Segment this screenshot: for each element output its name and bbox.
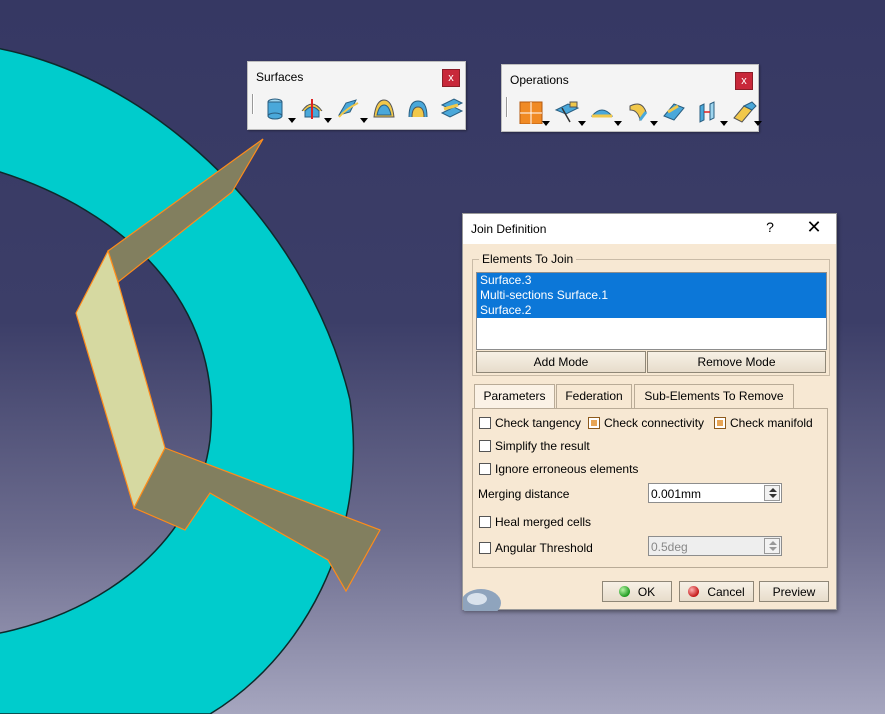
angular-threshold-spinner (764, 538, 780, 554)
ok-button[interactable]: OK (602, 581, 672, 602)
heal-merged-cells-option[interactable]: Heal merged cells (479, 514, 591, 530)
operations-toolbar[interactable]: Operations x (501, 64, 762, 132)
ignore-erroneous-checkbox[interactable] (479, 463, 491, 475)
ignore-erroneous-option[interactable]: Ignore erroneous elements (479, 461, 638, 477)
heal-merged-cells-checkbox[interactable] (479, 516, 491, 528)
tab-sub-elements-to-remove[interactable]: Sub-Elements To Remove (634, 384, 794, 408)
boundary-icon[interactable] (588, 98, 624, 126)
simplify-result-label: Simplify the result (495, 439, 590, 453)
cyan-ring-surface[interactable] (0, 43, 355, 714)
angular-threshold-label: Angular Threshold (495, 541, 593, 555)
extract-icon[interactable] (624, 98, 660, 126)
elements-list[interactable]: Surface.3 Multi-sections Surface.1 Surfa… (476, 272, 827, 350)
toolbar-grip[interactable] (506, 97, 508, 117)
dialog-titlebar[interactable]: Join Definition ? ✕ (463, 214, 836, 244)
close-icon[interactable]: ✕ (803, 217, 825, 238)
angular-threshold-field: 0.5deg (648, 536, 782, 556)
check-connectivity-option[interactable]: Check connectivity (588, 415, 704, 431)
surfaces-toolbar-close-button[interactable]: x (442, 69, 460, 87)
list-item[interactable]: Multi-sections Surface.1 (477, 288, 826, 303)
translate-icon[interactable] (694, 98, 730, 126)
preview-button[interactable]: Preview (759, 581, 829, 602)
merging-distance-label: Merging distance (478, 487, 570, 501)
check-tangency-option[interactable]: Check tangency (479, 415, 581, 431)
sweep-surface-icon[interactable] (334, 95, 370, 123)
elements-to-join-label: Elements To Join (479, 252, 577, 266)
merging-distance-value[interactable]: 0.001mm (651, 487, 701, 501)
tab-parameters[interactable]: Parameters (474, 384, 555, 408)
simplify-result-checkbox[interactable] (479, 440, 491, 452)
angular-threshold-checkbox[interactable] (479, 542, 491, 554)
ok-status-icon (618, 586, 630, 597)
check-connectivity-label: Check connectivity (604, 416, 705, 430)
check-manifold-checkbox[interactable] (714, 417, 726, 429)
join-definition-dialog[interactable]: Join Definition ? ✕ Elements To Join Sur… (462, 213, 837, 611)
add-mode-button[interactable]: Add Mode (476, 351, 646, 373)
help-button[interactable]: ? (761, 219, 779, 235)
merging-distance-field[interactable]: 0.001mm (648, 483, 782, 503)
simplify-result-option[interactable]: Simplify the result (479, 438, 590, 454)
operations-toolbar-close-button[interactable]: x (735, 72, 753, 90)
tab-federation[interactable]: Federation (556, 384, 632, 408)
check-tangency-label: Check tangency (495, 416, 582, 430)
heal-merged-cells-label: Heal merged cells (495, 515, 592, 529)
angular-threshold-option[interactable]: Angular Threshold (479, 540, 593, 556)
fillet-icon[interactable] (660, 98, 694, 126)
pale-join-surface[interactable] (75, 249, 166, 510)
operations-toolbar-title: Operations (510, 73, 569, 87)
surfaces-toolbar-title: Surfaces (256, 70, 304, 84)
cancel-button[interactable]: Cancel (679, 581, 754, 602)
check-tangency-checkbox[interactable] (479, 417, 491, 429)
merging-distance-spinner[interactable] (764, 485, 780, 501)
remove-mode-button[interactable]: Remove Mode (647, 351, 826, 373)
extrude-surface-icon[interactable] (262, 95, 298, 123)
dialog-title: Join Definition (471, 222, 547, 236)
surfaces-toolbar[interactable]: Surfaces x (247, 61, 466, 130)
cancel-label: Cancel (707, 585, 745, 599)
toolbar-grip[interactable] (252, 94, 254, 114)
fill-surface-icon[interactable] (370, 95, 404, 123)
blend-surface-icon[interactable] (438, 95, 472, 123)
cancel-status-icon (688, 586, 700, 597)
split-icon[interactable] (552, 98, 588, 126)
check-manifold-option[interactable]: Check manifold (714, 415, 813, 431)
ok-label: OK (637, 585, 656, 599)
check-manifold-label: Check manifold (730, 416, 813, 430)
revolve-surface-icon[interactable] (298, 95, 334, 123)
list-item[interactable]: Surface.3 (477, 273, 826, 288)
extrapolate-icon[interactable] (730, 98, 764, 126)
list-item[interactable]: Surface.2 (477, 303, 826, 318)
multi-sections-surface-icon[interactable] (404, 95, 438, 123)
dialog-globe-logo (463, 589, 501, 611)
join-icon[interactable] (516, 98, 552, 126)
check-connectivity-checkbox[interactable] (588, 417, 600, 429)
angular-threshold-value: 0.5deg (651, 540, 688, 554)
ignore-erroneous-label: Ignore erroneous elements (495, 462, 639, 476)
